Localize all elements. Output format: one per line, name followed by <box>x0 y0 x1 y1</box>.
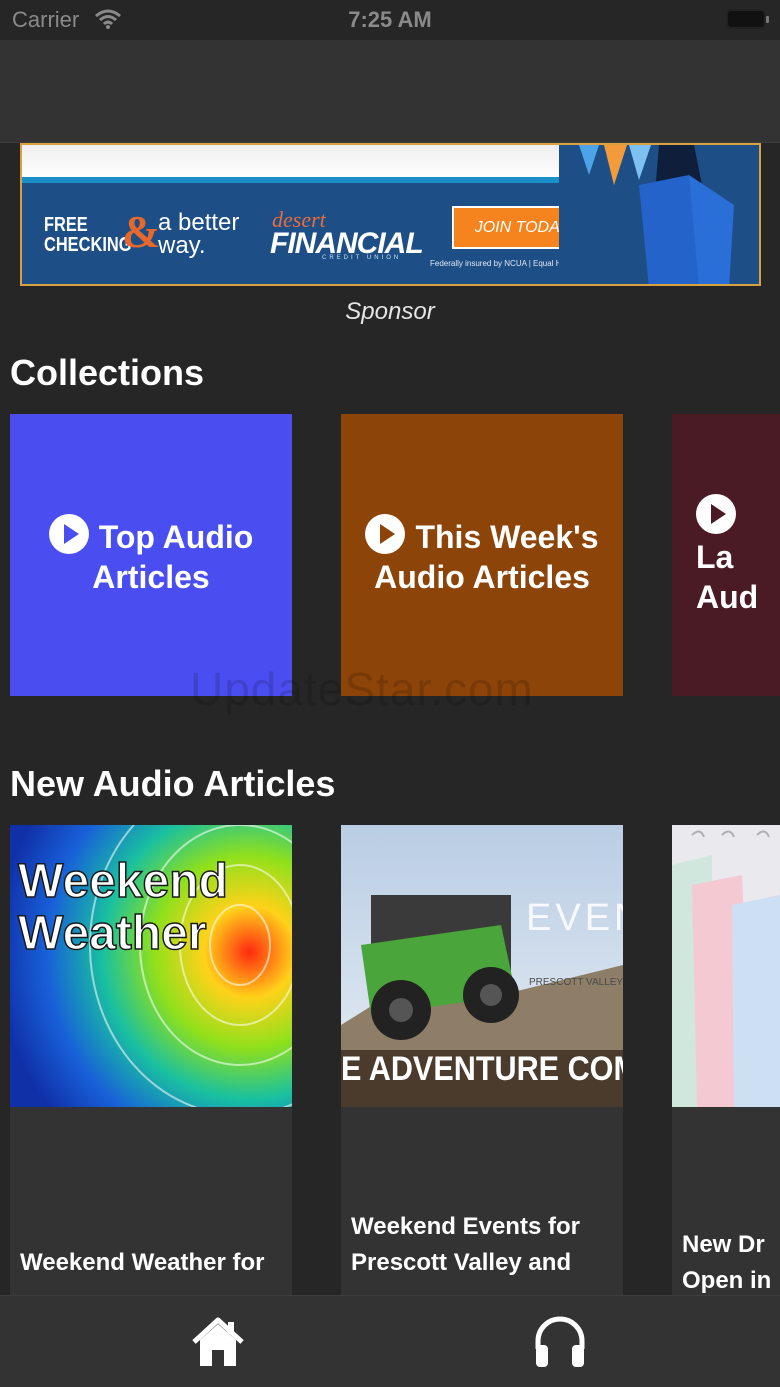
events-image: EVEN PRESCOTT VALLEY CHINO VALLEY E ADVE… <box>341 825 623 1107</box>
weather-map-image: Weekend Weather <box>10 825 292 1107</box>
collection-label: La Aud <box>696 538 759 615</box>
collection-this-weeks-audio-articles[interactable]: This Week's Audio Articles <box>341 414 623 696</box>
events-image-text: EVEN <box>526 897 623 939</box>
article-card-partial[interactable]: New Dr Open in <box>672 825 780 1295</box>
article-title: Weekend Events for Prescott Valley and <box>351 1213 580 1276</box>
play-circle-icon <box>365 513 406 554</box>
tab-audio[interactable] <box>530 1314 590 1370</box>
nav-bar <box>0 40 780 143</box>
article-thumbnail: Weekend Weather <box>10 825 292 1107</box>
headphones-icon <box>535 1316 585 1367</box>
ad-tagline: a better way. <box>158 209 240 259</box>
article-thumbnail <box>672 825 780 1107</box>
home-icon <box>192 1317 244 1366</box>
weather-image-text: Weekend <box>18 855 228 908</box>
shirts-image <box>672 825 780 1107</box>
tab-home[interactable] <box>188 1314 248 1370</box>
article-title: New Dr Open in <box>682 1231 772 1294</box>
status-time: 7:25 AM <box>348 7 432 32</box>
weather-image-text-2: Weather <box>18 907 207 960</box>
sponsor-caption: Sponsor <box>345 298 435 325</box>
status-bar: Carrier 7:25 AM <box>0 0 780 40</box>
article-card-weather[interactable]: Weekend Weather Weekend Weather for <box>10 825 292 1295</box>
collection-partial-tile[interactable]: La Aud <box>672 414 780 696</box>
ad-brand-sub: CREDIT UNION <box>322 255 402 261</box>
article-title: Weekend Weather for <box>20 1249 265 1276</box>
ad-free-checking-text: FREE CHECKING <box>44 214 132 256</box>
sponsor-ad-banner[interactable]: FREE CHECKING & a better way. desert FIN… <box>20 143 761 286</box>
collection-top-audio-articles[interactable]: Top Audio Articles <box>10 414 292 696</box>
ad-ampersand: & <box>122 206 161 257</box>
play-circle-icon <box>48 513 89 554</box>
watermark: UpdateStar.com <box>190 663 534 715</box>
collection-label: This Week's Audio Articles <box>374 518 599 595</box>
events-image-sub: PRESCOTT VALLEY CHINO VALLEY <box>529 977 623 988</box>
article-thumbnail: EVEN PRESCOTT VALLEY CHINO VALLEY E ADVE… <box>341 825 623 1107</box>
collections-title: Collections <box>10 352 205 393</box>
article-card-events[interactable]: EVEN PRESCOTT VALLEY CHINO VALLEY E ADVE… <box>341 825 623 1295</box>
collection-label: Top Audio Articles <box>92 518 254 595</box>
battery-icon <box>726 9 769 29</box>
ad-person-illustration <box>559 145 759 284</box>
new-audio-articles-title: New Audio Articles <box>10 763 336 804</box>
events-image-banner: E ADVENTURE COMES TOG <box>341 1050 623 1088</box>
play-circle-icon <box>696 493 736 534</box>
tab-bar <box>0 1295 780 1387</box>
